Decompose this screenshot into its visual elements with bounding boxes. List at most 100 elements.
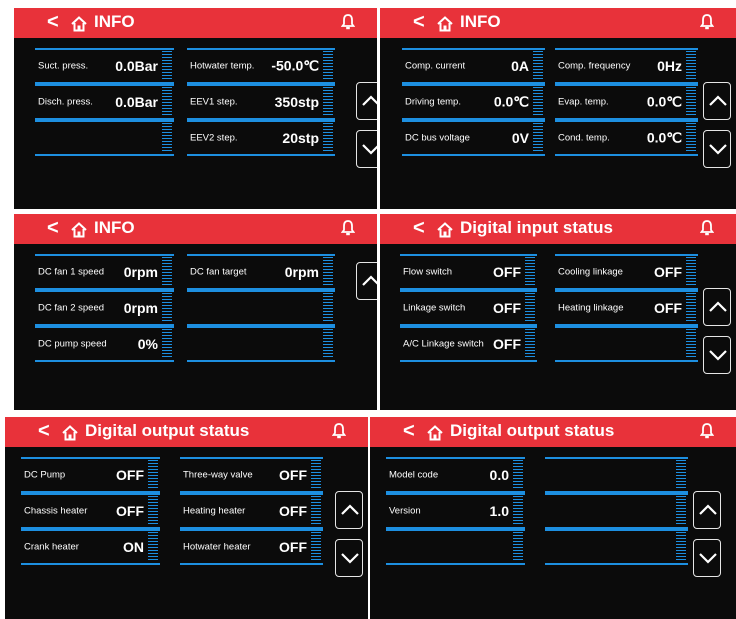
chevron-down-icon [362,144,377,155]
divider-line [187,290,335,292]
divider-line [555,120,698,122]
divider-line [400,290,537,292]
divider-line [386,529,525,531]
row-value: 0rpm [123,300,158,316]
level-ticks [676,532,686,562]
scroll-up-button[interactable] [335,491,363,529]
divider-line [35,120,174,122]
scroll-down-button[interactable] [356,130,377,168]
data-row [545,529,688,565]
back-button[interactable]: < [413,11,425,34]
bell-icon[interactable] [340,14,356,30]
divider-line [35,154,174,156]
home-icon[interactable] [71,16,87,32]
divider-line [555,326,698,328]
row-value: OFF [654,300,682,316]
data-row [187,290,335,326]
info-panel: < Digital output status Model code 0.0 Versi… [370,417,736,619]
level-ticks [323,329,333,359]
panel-header: < INFO [14,8,377,38]
divider-line [555,154,698,156]
row-value: 0A [511,58,529,74]
bell-icon[interactable] [699,14,715,30]
back-button[interactable]: < [47,217,59,240]
level-ticks [162,51,172,81]
panel-title: INFO [94,12,135,31]
scroll-up-button[interactable] [693,491,721,529]
divider-line [555,84,698,86]
row-label: Linkage switch [403,302,466,314]
chevron-down-icon [699,553,717,564]
scroll-down-button[interactable] [335,539,363,577]
home-icon[interactable] [437,16,453,32]
row-label: DC Pump [24,469,66,481]
row-value: OFF [493,300,521,316]
divider-line [402,84,545,86]
row-label: DC fan 2 speed [38,302,105,314]
row-label: Disch. press. [38,96,93,108]
panel-header: < Digital output status [5,417,368,447]
scroll-up-button[interactable] [703,288,731,326]
back-button[interactable]: < [413,217,425,240]
level-ticks [686,257,696,287]
data-row: DC fan 2 speed 0rpm [35,290,174,326]
divider-line [555,290,698,292]
level-ticks [686,329,696,359]
back-button[interactable]: < [38,420,50,443]
divider-line [402,154,545,156]
row-value: 0.0℃ [646,93,682,110]
row-label: Crank heater [24,541,79,553]
divider-line [35,254,174,256]
row-value: OFF [654,264,682,280]
data-row: Disch. press. 0.0Bar [35,84,174,120]
level-ticks [686,51,696,81]
row-label: Three-way valve [183,469,253,481]
divider-line [35,290,174,292]
level-ticks [311,460,321,490]
divider-line [545,493,688,495]
bell-icon[interactable] [699,423,715,439]
home-icon[interactable] [62,425,78,441]
chevron-up-icon [341,504,359,515]
row-label: Cond. temp. [558,132,610,144]
level-ticks [148,532,158,562]
level-ticks [533,123,543,153]
scroll-up-button[interactable] [703,82,731,120]
bell-icon[interactable] [340,220,356,236]
home-icon[interactable] [437,222,453,238]
divider-line [180,529,323,531]
back-button[interactable]: < [47,11,59,34]
scroll-up-button[interactable] [356,262,377,300]
home-icon[interactable] [71,222,87,238]
data-row: Suct. press. 0.0Bar [35,48,174,84]
bell-icon[interactable] [699,220,715,236]
row-label: DC bus voltage [405,132,470,144]
back-button[interactable]: < [403,420,415,443]
scroll-up-button[interactable] [356,82,377,120]
panel-header: < Digital output status [370,417,736,447]
row-value: 0.0Bar [115,94,158,110]
divider-line [386,457,525,459]
divider-line [402,120,545,122]
panel-header: < INFO [14,214,377,244]
row-label: DC fan 1 speed [38,266,105,278]
divider-line [545,563,688,565]
row-value: OFF [493,264,521,280]
scroll-down-button[interactable] [703,336,731,374]
row-label: Chassis heater [24,505,88,517]
scroll-down-button[interactable] [693,539,721,577]
row-label: Evap. temp. [558,96,609,108]
row-label: Version [389,505,421,517]
level-ticks [525,257,535,287]
level-ticks [533,51,543,81]
bell-icon[interactable] [331,423,347,439]
row-label: Hotwater temp. [190,60,255,72]
home-icon[interactable] [427,425,443,441]
chevron-down-icon [341,553,359,564]
divider-line [187,154,335,156]
scroll-down-button[interactable] [703,130,731,168]
row-label: Comp. frequency [558,60,631,72]
row-label: Heating heater [183,505,246,517]
row-value: OFF [279,467,307,483]
level-ticks [323,293,333,323]
